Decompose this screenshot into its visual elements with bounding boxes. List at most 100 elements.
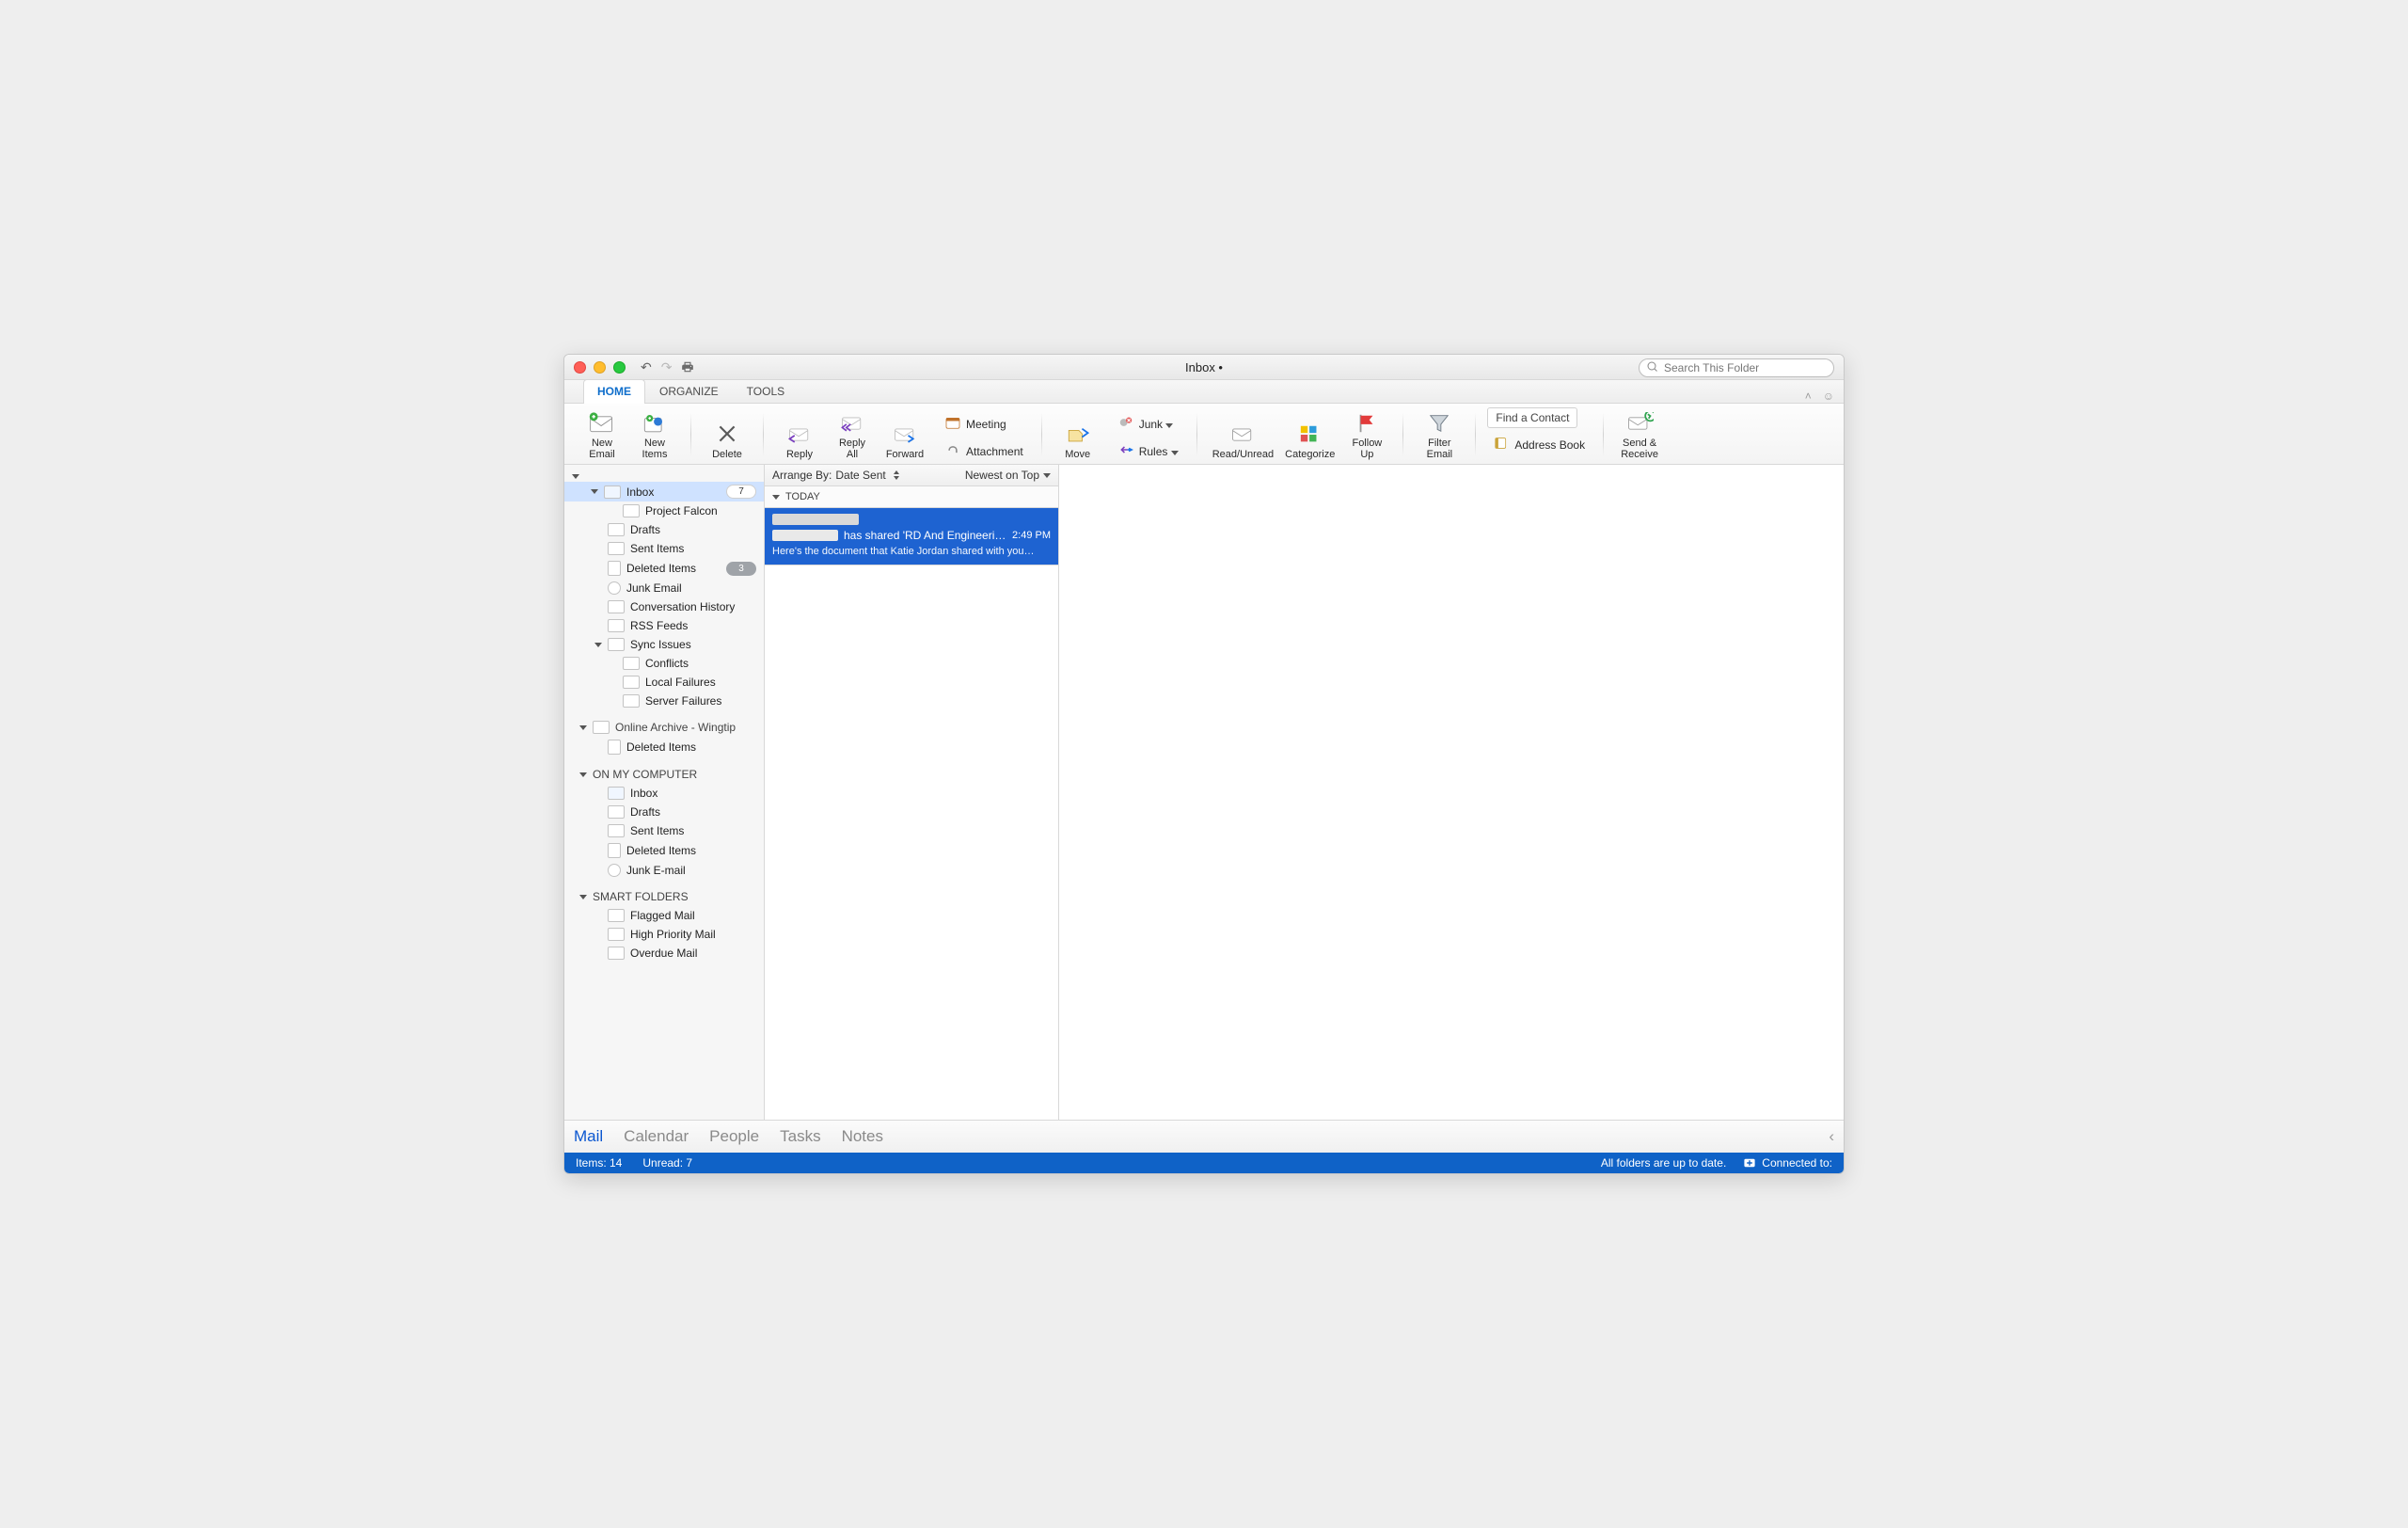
nav-collapse-icon[interactable]: ‹ (1829, 1127, 1834, 1146)
omc-junk[interactable]: Junk E-mail (564, 861, 764, 880)
folder-sent-items[interactable]: Sent Items (564, 539, 764, 558)
omc-deleted[interactable]: Deleted Items (564, 840, 764, 861)
delete-label: Delete (712, 449, 742, 460)
redacted-name (772, 530, 838, 541)
folder-server-failures[interactable]: Server Failures (564, 692, 764, 710)
sort-order-dropdown[interactable]: Newest on Top (965, 469, 1051, 482)
categorize-label: Categorize (1285, 449, 1335, 460)
folder-junk-email[interactable]: Junk Email (564, 579, 764, 597)
junk-label: Junk (1139, 418, 1174, 431)
smart-high-priority[interactable]: High Priority Mail (564, 925, 764, 944)
folder-icon (608, 523, 625, 536)
section-smart-folders[interactable]: SMART FOLDERS (564, 887, 764, 906)
folder-label: Deleted Items (626, 844, 696, 857)
folder-inbox[interactable]: Inbox 7 (564, 482, 764, 501)
new-items-button[interactable]: New Items (630, 407, 679, 462)
folder-icon (608, 928, 625, 941)
collapse-ribbon-icon[interactable]: ˄ (1805, 390, 1812, 403)
status-items: Items: 14 (576, 1156, 622, 1170)
reply-button[interactable]: Reply (775, 421, 824, 462)
chevron-down-icon (579, 895, 587, 899)
nav-mail[interactable]: Mail (574, 1127, 603, 1146)
reply-all-label: Reply All (839, 438, 865, 460)
smart-overdue[interactable]: Overdue Mail (564, 944, 764, 963)
omc-drafts[interactable]: Drafts (564, 803, 764, 821)
close-icon[interactable] (574, 361, 586, 374)
arrange-by-dropdown[interactable]: Arrange By: Date Sent (772, 469, 899, 482)
move-button[interactable]: Move (1054, 419, 1102, 462)
folder-icon (608, 619, 625, 632)
folder-rss-feeds[interactable]: RSS Feeds (564, 616, 764, 635)
new-email-icon (588, 410, 616, 435)
smiley-feedback-icon[interactable]: ☺ (1823, 390, 1834, 403)
meeting-reply-button[interactable]: Meeting (939, 413, 1030, 435)
categorize-button[interactable]: Categorize (1281, 421, 1339, 462)
sort-icon (894, 470, 899, 480)
folder-label: Junk Email (626, 581, 682, 595)
forward-label: Forward (886, 449, 924, 460)
read-unread-label: Read/Unread (1212, 449, 1274, 460)
find-contact-input[interactable]: Find a Contact (1487, 407, 1577, 428)
folder-project-falcon[interactable]: Project Falcon (564, 501, 764, 520)
filter-email-label: Filter Email (1427, 438, 1453, 460)
print-icon[interactable] (681, 360, 694, 374)
tab-tools[interactable]: TOOLS (733, 379, 799, 403)
folder-pane-chevron[interactable] (564, 465, 764, 482)
delete-button[interactable]: Delete (703, 419, 752, 462)
new-items-label: New Items (642, 438, 668, 460)
undo-icon[interactable]: ↶ (641, 359, 652, 375)
message-item[interactable]: has shared 'RD And Engineeri… 2:49 PM He… (765, 508, 1058, 565)
reply-label: Reply (786, 449, 813, 460)
search-input[interactable]: Search This Folder (1639, 358, 1834, 377)
folder-conflicts[interactable]: Conflicts (564, 654, 764, 673)
address-book-button[interactable]: Address Book (1487, 434, 1592, 455)
block-icon (608, 864, 621, 877)
new-items-icon (640, 410, 670, 435)
chevron-down-icon (1043, 473, 1051, 478)
attachment-reply-button[interactable]: Attachment (939, 440, 1030, 462)
filter-email-button[interactable]: Filter Email (1415, 409, 1464, 462)
folder-label: Inbox (630, 787, 657, 800)
redo-icon[interactable]: ↷ (661, 359, 673, 375)
inbox-count-badge: 7 (726, 485, 756, 499)
reply-all-button[interactable]: Reply All (828, 409, 877, 462)
zoom-icon[interactable] (613, 361, 626, 374)
arrange-bar: Arrange By: Date Sent Newest on Top (765, 465, 1058, 486)
send-receive-icon (1625, 412, 1654, 435)
nav-tasks[interactable]: Tasks (780, 1127, 820, 1146)
follow-up-button[interactable]: Follow Up (1342, 409, 1391, 462)
omc-sent[interactable]: Sent Items (564, 821, 764, 840)
ribbon: New Email New Items Delete (564, 404, 1844, 465)
folder-oa-deleted[interactable]: Deleted Items (564, 737, 764, 757)
sort-order-label: Newest on Top (965, 469, 1039, 482)
ribbon-group-filter: Filter Email (1407, 407, 1471, 462)
section-on-my-computer[interactable]: ON MY COMPUTER (564, 765, 764, 784)
nav-calendar[interactable]: Calendar (624, 1127, 689, 1146)
read-unread-button[interactable]: Read/Unread (1209, 421, 1277, 462)
tab-home[interactable]: HOME (583, 379, 645, 404)
send-receive-button[interactable]: Send & Receive (1615, 409, 1664, 462)
message-subject-row: has shared 'RD And Engineeri… 2:49 PM (772, 529, 1051, 542)
junk-button[interactable]: Junk (1112, 413, 1185, 435)
folder-label: Drafts (630, 523, 660, 536)
new-email-button[interactable]: New Email (578, 407, 626, 462)
rules-button[interactable]: Rules (1112, 440, 1185, 462)
day-header[interactable]: TODAY (765, 486, 1058, 508)
tab-organize[interactable]: ORGANIZE (645, 379, 733, 403)
folder-icon (623, 676, 640, 689)
folder-icon (623, 694, 640, 708)
folder-deleted-items[interactable]: Deleted Items3 (564, 558, 764, 579)
minimize-icon[interactable] (594, 361, 606, 374)
nav-people[interactable]: People (709, 1127, 759, 1146)
section-label: ON MY COMPUTER (593, 768, 697, 781)
forward-button[interactable]: Forward (880, 421, 929, 462)
smart-flagged[interactable]: Flagged Mail (564, 906, 764, 925)
folder-sync-issues[interactable]: Sync Issues (564, 635, 764, 654)
inbox-icon (608, 787, 625, 800)
nav-notes[interactable]: Notes (842, 1127, 883, 1146)
folder-online-archive[interactable]: Online Archive - Wingtip (564, 718, 764, 737)
folder-local-failures[interactable]: Local Failures (564, 673, 764, 692)
omc-inbox[interactable]: Inbox (564, 784, 764, 803)
folder-conversation-history[interactable]: Conversation History (564, 597, 764, 616)
folder-drafts[interactable]: Drafts (564, 520, 764, 539)
